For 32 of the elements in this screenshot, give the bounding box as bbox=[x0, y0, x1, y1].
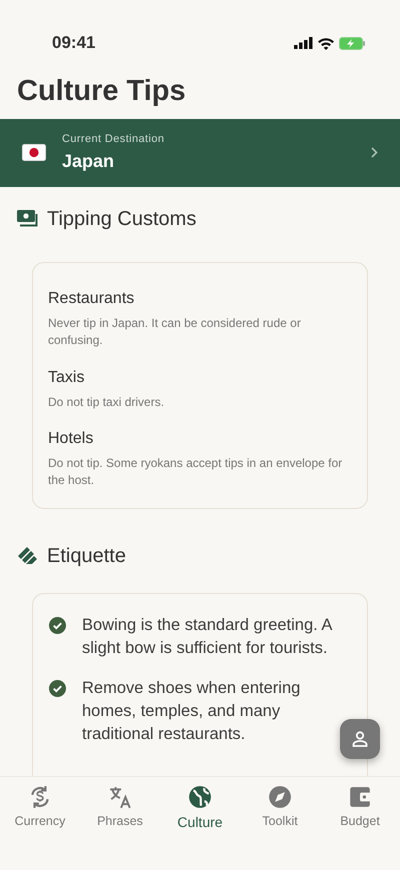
destination-selector[interactable]: Current Destination Japan bbox=[0, 118, 400, 187]
tab[interactable]: Phrases bbox=[88, 785, 152, 870]
destination-name: Japan bbox=[62, 150, 116, 173]
battery-icon bbox=[339, 36, 366, 50]
status-time: 09:41 bbox=[52, 32, 96, 54]
tip-title: Restaurants bbox=[48, 288, 136, 309]
tip-title: Taxis bbox=[48, 368, 86, 388]
translate-icon bbox=[108, 785, 132, 809]
etiquette-text: Bowing is the standard greeting. A slight bow is sufficient for tourists. bbox=[82, 614, 333, 660]
flag-icon bbox=[22, 144, 46, 162]
tab[interactable]: Culture bbox=[168, 785, 232, 870]
section-heading: Tipping Customs bbox=[47, 206, 196, 232]
tab[interactable]: Toolkit bbox=[248, 785, 312, 870]
tip-text: Do not tip. Some ryokans accept tips in an envelope for the host. bbox=[48, 454, 344, 490]
destination-label: Current Destination bbox=[62, 132, 166, 148]
tip-text: Do not tip taxi drivers. bbox=[48, 394, 166, 411]
tab[interactable]: Budget bbox=[328, 785, 392, 870]
signal-icon bbox=[294, 37, 313, 49]
profile-button[interactable] bbox=[340, 719, 380, 759]
wallet-icon bbox=[348, 785, 372, 809]
tip-text: Never tip in Japan. It can be considered rude or confusing. bbox=[48, 314, 302, 350]
tip-title: Hotels bbox=[48, 428, 94, 449]
tab[interactable]: Currency bbox=[8, 785, 72, 870]
section-heading: Etiquette bbox=[47, 544, 126, 569]
globe-icon bbox=[188, 785, 212, 809]
chevron-icon bbox=[371, 147, 378, 158]
cash-icon bbox=[17, 210, 39, 228]
etiquette-text: Remove shoes when entering homes, temples, and many traditional restaurants. bbox=[82, 678, 302, 746]
compass-icon bbox=[268, 785, 292, 809]
person-icon bbox=[351, 730, 369, 748]
wifi-icon bbox=[317, 36, 335, 50]
page-title: Culture Tips bbox=[17, 74, 187, 109]
